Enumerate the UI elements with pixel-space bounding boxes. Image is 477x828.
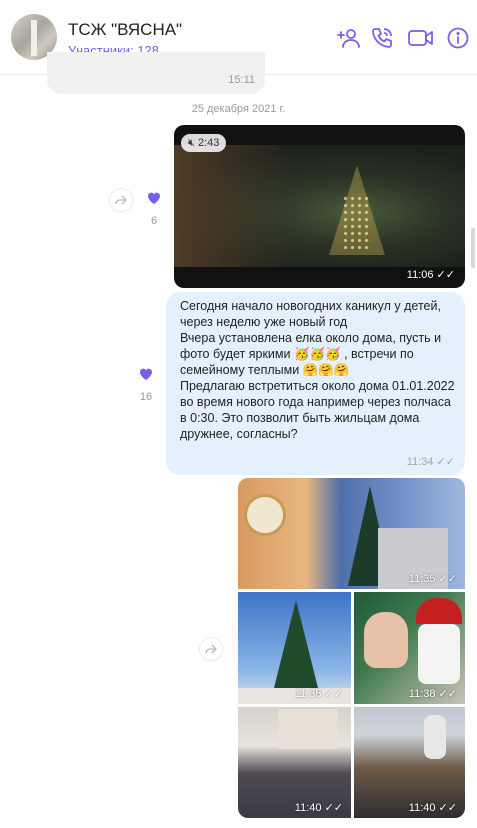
album-photo[interactable]: 11:35 ✓✓ [238, 478, 465, 589]
album-photo[interactable]: 11:38 ✓✓ [354, 592, 465, 704]
add-participant-icon[interactable] [337, 26, 361, 50]
message-time: 11:34 ✓✓ [406, 456, 455, 468]
message-time: 11:35 ✓✓ [294, 688, 343, 700]
message-time: 11:35 ✓✓ [408, 573, 457, 585]
album-photo[interactable]: 11:40 ✓✓ [354, 707, 465, 818]
video-duration: 2:43 [198, 137, 220, 149]
message-text: Сегодня начало новогодних каникул у дете… [180, 299, 455, 441]
photo-album: 11:35 ✓✓ 11:35 ✓✓ 11:38 ✓✓ 11:40 ✓✓ 11:4… [238, 478, 465, 818]
chat-title[interactable]: ТСЖ "ВЯСНА" [68, 20, 182, 40]
message-time: 11:38 ✓✓ [408, 688, 457, 700]
message-time: 11:40 ✓✓ [408, 802, 457, 814]
heart-icon[interactable] [138, 366, 154, 382]
date-separator: 25 декабря 2021 г. [191, 103, 286, 115]
message-time: 15:11 [228, 74, 255, 86]
previous-message-bubble[interactable]: 15:11 [47, 52, 265, 94]
message-time: 11:40 ✓✓ [294, 802, 343, 814]
like-count: 6 [150, 215, 158, 227]
message-time: 11:06 ✓✓ [406, 269, 455, 281]
call-icon[interactable] [370, 26, 394, 50]
album-photo[interactable]: 11:40 ✓✓ [238, 707, 351, 818]
forward-button[interactable] [110, 189, 132, 211]
video-duration-badge: 🔇︎ 2:43 [181, 134, 227, 152]
like-count: 16 [139, 391, 153, 403]
video-message[interactable]: 🔇︎ 2:43 11:06 ✓✓ [174, 125, 465, 288]
heart-icon[interactable] [146, 190, 162, 206]
info-icon[interactable] [446, 26, 470, 50]
forward-button[interactable] [200, 638, 222, 660]
text-message-bubble[interactable]: Сегодня начало новогодних каникул у дете… [166, 292, 465, 475]
scrollbar[interactable] [471, 228, 475, 268]
video-call-icon[interactable] [407, 26, 435, 50]
muted-speaker-icon: 🔇︎ [188, 137, 195, 149]
album-photo[interactable]: 11:35 ✓✓ [238, 592, 351, 704]
